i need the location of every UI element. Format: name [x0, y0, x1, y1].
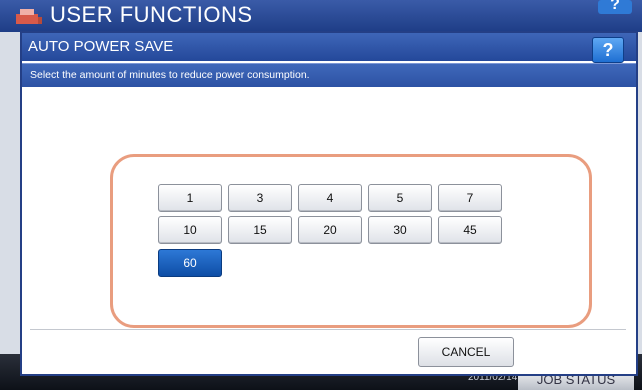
background-title: USER FUNCTIONS	[50, 2, 253, 27]
instruction-bar: Select the amount of minutes to reduce p…	[22, 63, 636, 87]
dialog-divider	[30, 329, 626, 330]
auto-power-save-dialog: AUTO POWER SAVE ? Select the amount of m…	[20, 31, 638, 376]
dialog-help-button[interactable]: ?	[592, 37, 624, 63]
printer-logo-icon	[14, 6, 44, 26]
minutes-option-3[interactable]: 3	[228, 184, 292, 212]
dialog-title: AUTO POWER SAVE	[28, 38, 174, 55]
minutes-option-60-selected[interactable]: 60	[158, 249, 222, 277]
minutes-option-5[interactable]: 5	[368, 184, 432, 212]
minutes-option-45[interactable]: 45	[438, 216, 502, 244]
minutes-option-7[interactable]: 7	[438, 184, 502, 212]
minutes-option-4[interactable]: 4	[298, 184, 362, 212]
minutes-option-20[interactable]: 20	[298, 216, 362, 244]
dialog-titlebar: AUTO POWER SAVE	[22, 33, 636, 61]
minutes-option-30[interactable]: 30	[368, 216, 432, 244]
minutes-option-10[interactable]: 10	[158, 216, 222, 244]
minutes-option-15[interactable]: 15	[228, 216, 292, 244]
cancel-button[interactable]: CANCEL	[418, 337, 514, 367]
instruction-text: Select the amount of minutes to reduce p…	[30, 69, 310, 81]
background-help-button[interactable]: ?	[598, 0, 632, 14]
minutes-option-1[interactable]: 1	[158, 184, 222, 212]
